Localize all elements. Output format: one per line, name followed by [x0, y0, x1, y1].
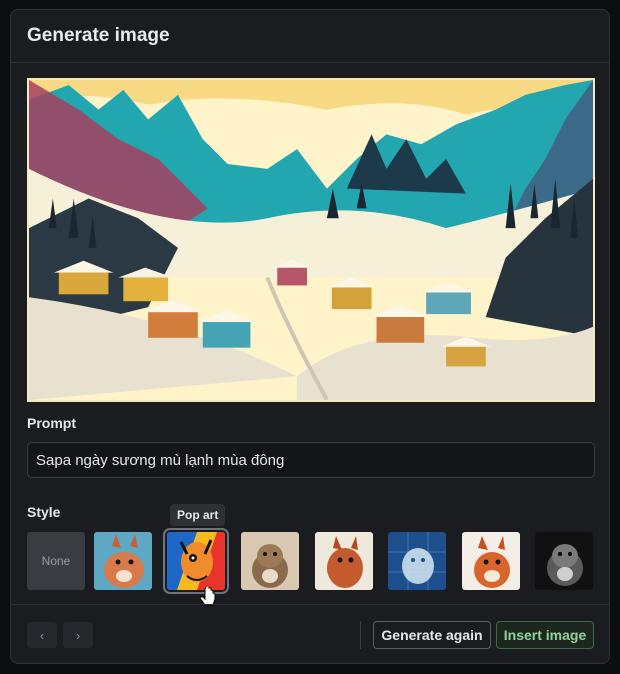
previous-button[interactable]: ‹ — [27, 622, 57, 648]
style-options: None — [27, 528, 599, 594]
generated-image-preview — [27, 78, 595, 402]
chevron-right-icon: › — [75, 627, 81, 643]
style-option-5[interactable] — [315, 532, 373, 590]
insert-image-button[interactable]: Insert image — [496, 621, 594, 649]
style-option-pop-art[interactable] — [163, 528, 229, 594]
next-button[interactable]: › — [63, 622, 93, 648]
generate-again-button[interactable]: Generate again — [373, 621, 491, 649]
style-option-7[interactable] — [462, 532, 520, 590]
hand-cursor-icon — [199, 587, 216, 606]
prompt-label: Prompt — [27, 415, 76, 431]
style-option-6[interactable] — [388, 532, 446, 590]
style-option-8[interactable] — [535, 532, 593, 590]
footer-separator — [360, 621, 361, 649]
style-option-2[interactable] — [94, 532, 152, 590]
divider — [11, 604, 609, 605]
divider — [11, 62, 609, 63]
dialog-title: Generate image — [27, 25, 170, 46]
style-option-none[interactable]: None — [27, 532, 85, 590]
style-option-4[interactable] — [241, 532, 299, 590]
chevron-left-icon: ‹ — [39, 627, 45, 643]
generate-image-dialog: Generate image Prompt Sapa ngày sương mù… — [10, 9, 610, 664]
prompt-input[interactable] — [27, 442, 595, 478]
style-tooltip: Pop art — [170, 504, 226, 526]
style-label: Style — [27, 504, 61, 520]
